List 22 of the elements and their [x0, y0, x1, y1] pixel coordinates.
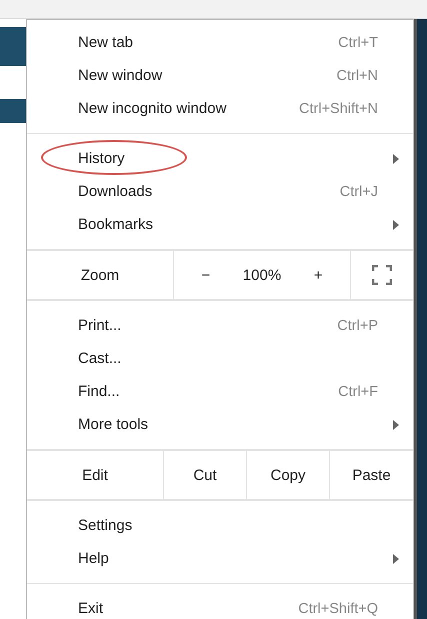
- menu-item[interactable]: New incognito window Ctrl+Shift+N: [27, 92, 413, 125]
- zoom-level: 100%: [242, 266, 282, 284]
- menu-item[interactable]: Print... Ctrl+P: [27, 309, 413, 342]
- menu-item[interactable]: Bookmarks: [27, 208, 413, 241]
- fullscreen-icon: [372, 265, 392, 285]
- menu-item[interactable]: Exit Ctrl+Shift+Q: [27, 592, 413, 619]
- menu-item[interactable]: Settings: [27, 509, 413, 542]
- menu-item[interactable]: Downloads Ctrl+J: [27, 175, 413, 208]
- menu-item[interactable]: New tab Ctrl+T: [27, 26, 413, 59]
- zoom-label: Zoom: [27, 251, 174, 299]
- menu-item[interactable]: More tools: [27, 408, 413, 441]
- menu-item[interactable]: Help: [27, 542, 413, 575]
- edit-button[interactable]: Paste: [330, 451, 413, 499]
- menu-item[interactable]: History: [27, 142, 413, 175]
- zoom-out-button[interactable]: −: [195, 262, 216, 288]
- edit-button[interactable]: Cut: [164, 451, 247, 499]
- menu-item[interactable]: New window Ctrl+N: [27, 59, 413, 92]
- zoom-in-button[interactable]: +: [308, 262, 329, 288]
- menu-item[interactable]: Cast...: [27, 342, 413, 375]
- edit-button[interactable]: Copy: [247, 451, 330, 499]
- edit-label: Edit: [27, 451, 164, 499]
- menu-item[interactable]: Find... Ctrl+F: [27, 375, 413, 408]
